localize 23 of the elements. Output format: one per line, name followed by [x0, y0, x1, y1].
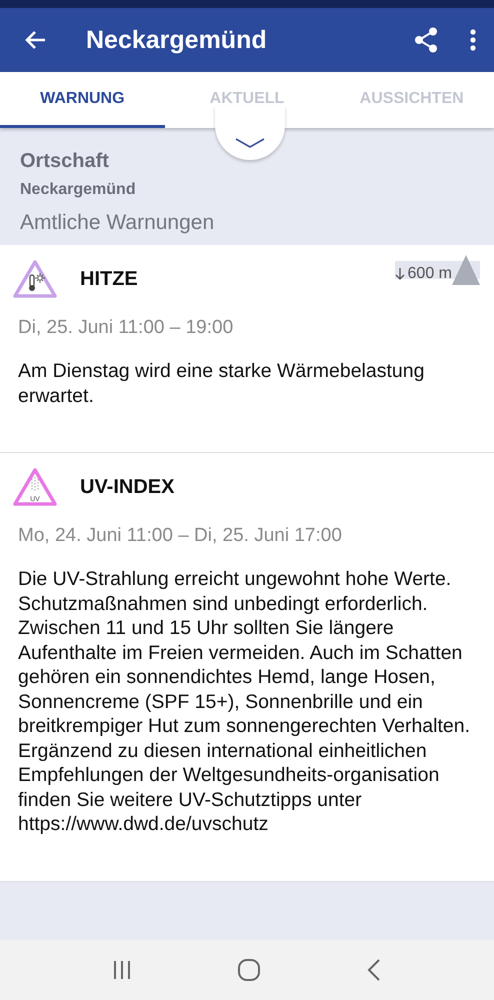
- warning-title: UV-INDEX: [80, 476, 176, 498]
- down-arrow-icon: [394, 268, 405, 280]
- warning-period: Mo, 24. Juni 11:00 – Di, 25. Juni 17:00: [18, 525, 343, 547]
- location-heading: Ortschaft: [20, 150, 110, 173]
- warning-period: Di, 25. Juni 11:00 – 19:00: [18, 317, 234, 339]
- warning-title: HITZE: [80, 268, 139, 290]
- chevron-down-icon: [235, 138, 265, 148]
- screen-title: Neckargemünd: [86, 26, 268, 54]
- altitude-text: 600 m: [408, 265, 452, 283]
- recent-apps-icon[interactable]: [113, 960, 131, 980]
- more-options-icon[interactable]: [470, 29, 476, 51]
- tab[interactable]: AUSSICHTEN: [329, 72, 494, 128]
- tab[interactable]: WARNUNG: [0, 72, 165, 128]
- home-icon[interactable]: [237, 958, 261, 982]
- mountain-icon: [452, 255, 480, 285]
- warning-text: Die UV-Strahlung erreicht ungewohnt hohe Werte. Schutzmaßnahmen sind unbedingt erforderlich. Zwischen 11 und 15 Uhr sollten Sie längere Aufenthalte im Freien vermeiden. Auch im Schatten gehören ein sonnendichtes Hemd, lange Hosen, Sonnencreme (SPF 15+), Sonnenbrille und ein breitkrempiger Hut zum sonnengerechten Verhalten. Ergänzend zu diesen international einheitlichen Empfehlungen der Weltgesundheits-organisation finden Sie weitere UV-Schutztipps unter https://www.dwd.de/uvschutz: [18, 567, 472, 836]
- warning-text: Am Dienstag wird eine starke Wärmebelastung erwartet.: [18, 359, 426, 408]
- back-arrow-icon[interactable]: [24, 30, 46, 50]
- section-title: Amtliche Warnungen: [20, 211, 216, 235]
- tab[interactable]: AKTUELL: [164, 72, 330, 128]
- back-icon[interactable]: [367, 959, 381, 981]
- share-icon[interactable]: [414, 27, 438, 53]
- location-name: Neckargemünd: [20, 181, 137, 199]
